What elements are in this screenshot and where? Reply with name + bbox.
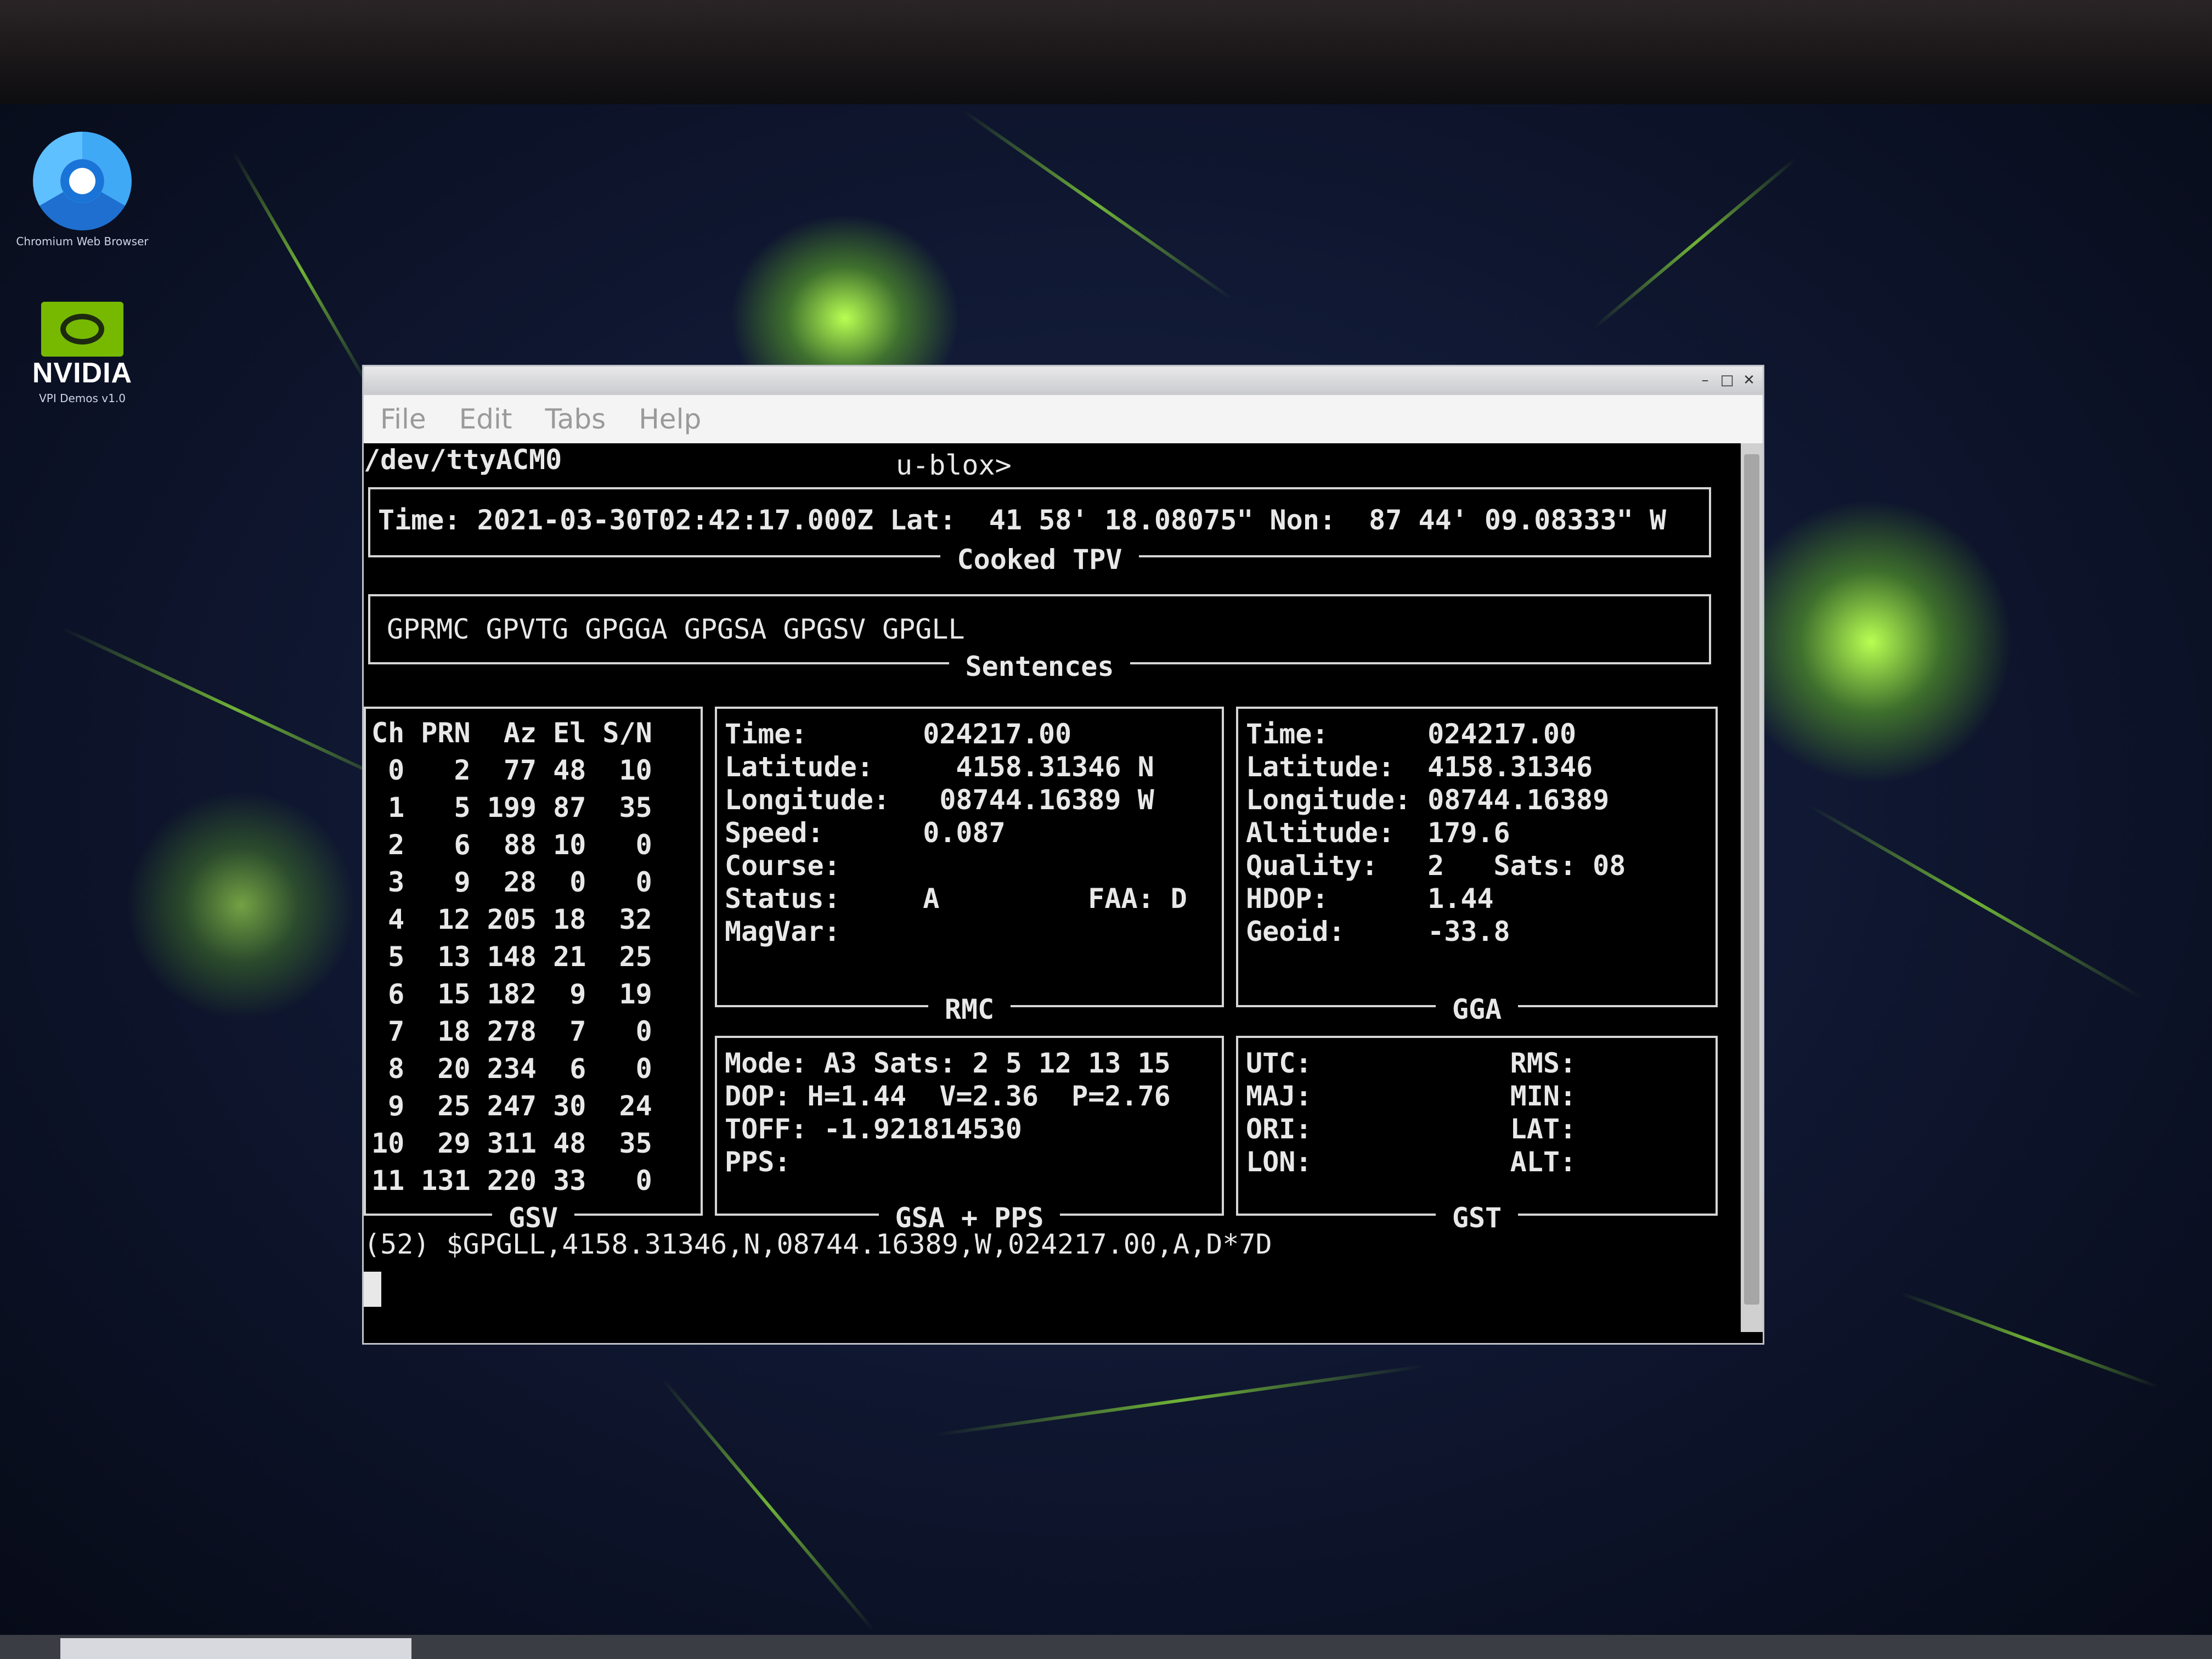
wallpaper-streak: [1900, 1291, 2159, 1389]
rmc-line: Time: 024217.00: [725, 718, 1072, 750]
wallpaper-streak: [1808, 804, 2142, 999]
tpv-label: Cooked TPV: [940, 544, 1139, 575]
minimize-icon[interactable]: –: [1697, 372, 1713, 388]
gsa-line: PPS:: [725, 1146, 791, 1178]
monitor-bezel: [0, 0, 2212, 115]
gsv-row: 5 13 148 21 25: [371, 941, 652, 973]
wallpaper-streak: [232, 150, 372, 391]
terminal-cursor: [364, 1272, 381, 1307]
gga-line: HDOP: 1.44: [1246, 883, 1494, 915]
sentences-panel: GPRMC GPVTG GPGGA GPGSA GPGSV GPGLL Sent…: [368, 594, 1711, 682]
gsv-row: 3 9 28 0 0: [371, 866, 652, 898]
nvidia-icon: [41, 302, 123, 357]
wallpaper-glow: [126, 790, 357, 1020]
rmc-line: MagVar:: [725, 916, 840, 947]
gsa-line: DOP: H=1.44 V=2.36 P=2.76: [725, 1080, 1171, 1112]
terminal-scrollbar[interactable]: [1741, 443, 1763, 1332]
device-path: /dev/ttyACM0: [364, 444, 562, 476]
wallpaper-streak: [934, 1364, 1425, 1437]
gga-line: Latitude: 4158.31346: [1246, 751, 1593, 783]
desktop-icon-chromium[interactable]: Chromium Web Browser: [11, 132, 154, 248]
gga-line: Quality: 2 Sats: 08: [1246, 850, 1626, 882]
menu-tabs[interactable]: Tabs: [545, 403, 606, 435]
gsa-panel: Mode: A3 Sats: 2 5 12 13 15 DOP: H=1.44 …: [715, 1036, 1224, 1234]
gst-line: UTC: RMS:: [1246, 1047, 1577, 1079]
gga-label: GGA: [1435, 994, 1519, 1025]
gsa-line: Mode: A3 Sats: 2 5 12 13 15: [725, 1047, 1171, 1079]
gsa-line: TOFF: -1.921814530: [725, 1113, 1022, 1145]
gsv-row: 8 20 234 6 0: [371, 1053, 652, 1085]
taskbar: [0, 1635, 2212, 1659]
gsv-row: 2 6 88 10 0: [371, 829, 652, 861]
rmc-line: Status: A FAA: D: [725, 883, 1187, 915]
taskbar-item-terminal[interactable]: [60, 1638, 411, 1659]
gga-line: Altitude: 179.6: [1246, 817, 1510, 849]
gsv-row: 4 12 205 18 32: [371, 904, 652, 935]
menu-file[interactable]: File: [380, 403, 426, 435]
menu-help[interactable]: Help: [639, 403, 701, 435]
nvidia-logo-text: NVIDIA: [32, 357, 133, 389]
gsv-row: 9 25 247 30 24: [371, 1090, 652, 1122]
sentences-list: GPRMC GPVTG GPGGA GPGSA GPGSV GPGLL: [387, 613, 965, 645]
gsv-row: 10 29 311 48 35: [371, 1127, 652, 1159]
gga-line: Geoid: -33.8: [1246, 916, 1510, 947]
menu-edit[interactable]: Edit: [459, 403, 512, 435]
rmc-panel: Time: 024217.00 Latitude: 4158.31346 N L…: [715, 707, 1224, 1025]
gga-line: Time: 024217.00: [1246, 718, 1577, 750]
rmc-line: Course:: [725, 850, 840, 882]
gsv-panel: Ch PRN Az El S/N 0 2 77 48 10 1 5 199 87…: [364, 707, 703, 1234]
rmc-label: RMC: [928, 994, 1011, 1025]
wallpaper-streak: [1593, 157, 1797, 329]
gsv-row: 0 2 77 48 10: [371, 754, 652, 786]
tpv-panel: Time: 2021-03-30T02:42:17.000Z Lat: 41 5…: [368, 487, 1711, 575]
raw-nmea-line: (52) $GPGLL,4158.31346,N,08744.16389,W,0…: [364, 1228, 1272, 1260]
desktop-icon-label: VPI Demos v1.0: [39, 392, 126, 405]
desktop-icon-label: Chromium Web Browser: [16, 235, 149, 248]
rmc-line: Speed: 0.087: [725, 817, 1006, 849]
rmc-line: Latitude: 4158.31346 N: [725, 751, 1154, 783]
chromium-icon: [33, 132, 132, 230]
gga-line: Longitude: 08744.16389: [1246, 784, 1610, 816]
gsv-row: 11 131 220 33 0: [371, 1165, 652, 1197]
gga-panel: Time: 024217.00 Latitude: 4158.31346 Lon…: [1236, 707, 1718, 1025]
wallpaper-streak: [961, 109, 1233, 301]
gst-line: ORI: LAT:: [1246, 1113, 1577, 1145]
prompt: u-blox>: [896, 449, 1012, 481]
terminal-window[interactable]: – □ ✕ File Edit Tabs Help /dev/ttyACM0 u…: [362, 365, 1764, 1345]
terminal-output[interactable]: /dev/ttyACM0 u-blox> Time: 2021-03-30T02…: [364, 443, 1740, 1343]
gsv-row: 7 18 278 7 0: [371, 1015, 652, 1047]
gst-line: LON: ALT:: [1246, 1146, 1577, 1178]
gst-label: GST: [1435, 1202, 1519, 1234]
menu-bar: File Edit Tabs Help: [364, 395, 1763, 443]
gsv-row: 1 5 199 87 35: [371, 792, 652, 823]
gst-line: MAJ: MIN:: [1246, 1080, 1577, 1112]
scrollbar-thumb[interactable]: [1744, 454, 1759, 1305]
sentences-label: Sentences: [949, 651, 1131, 682]
gsv-header: Ch PRN Az El S/N: [371, 717, 652, 749]
wallpaper-streak: [61, 627, 411, 792]
window-titlebar[interactable]: – □ ✕: [364, 366, 1763, 395]
gst-panel: UTC: RMS: MAJ: MIN: ORI: LAT: LON: ALT: …: [1236, 1036, 1718, 1234]
wallpaper-glow: [1728, 499, 2013, 785]
gsv-row: 6 15 182 9 19: [371, 978, 652, 1010]
rmc-line: Longitude: 08744.16389 W: [725, 784, 1154, 816]
tpv-line: Time: 2021-03-30T02:42:17.000Z Lat: 41 5…: [378, 504, 1666, 536]
maximize-icon[interactable]: □: [1719, 372, 1735, 388]
close-icon[interactable]: ✕: [1741, 372, 1757, 388]
desktop-icon-vpi-demos[interactable]: NVIDIA VPI Demos v1.0: [11, 302, 154, 405]
wallpaper-streak: [661, 1378, 876, 1632]
